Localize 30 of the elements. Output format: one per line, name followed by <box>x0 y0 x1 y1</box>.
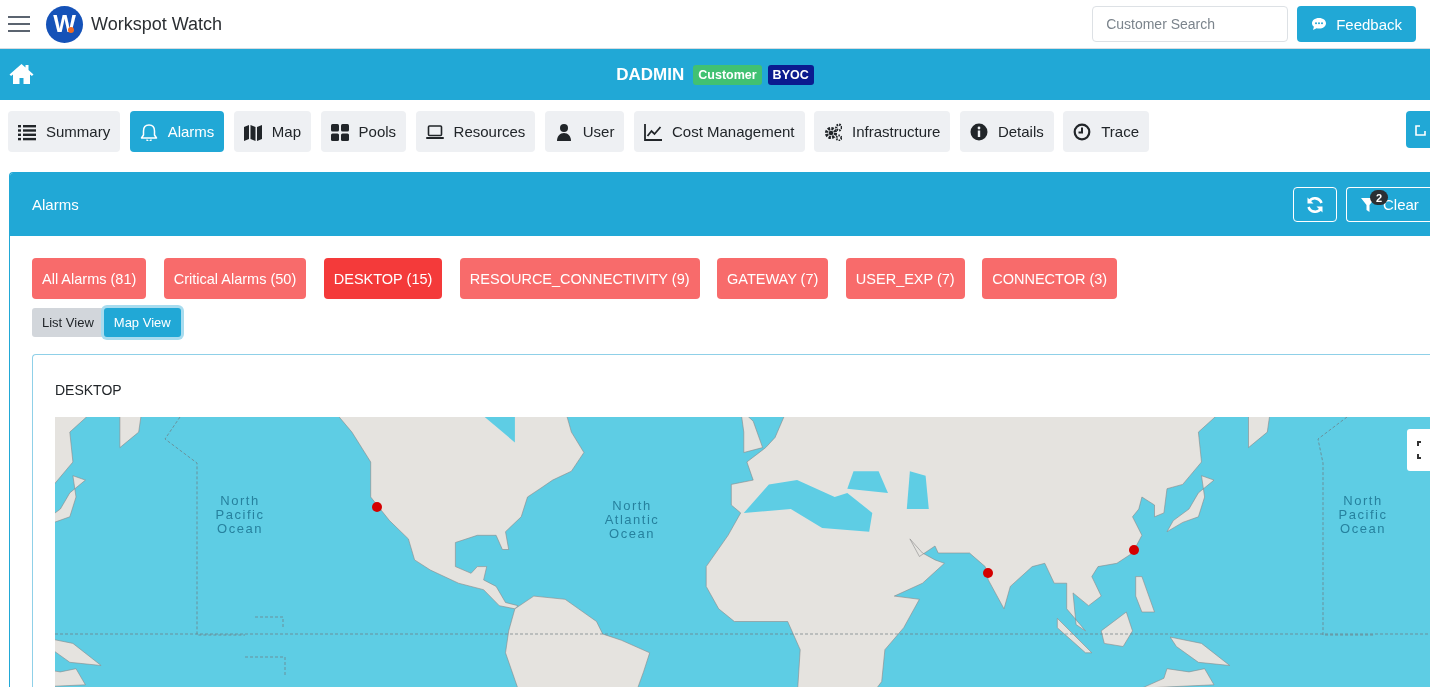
alarm-category-button[interactable]: RESOURCE_CONNECTIVITY (9) <box>459 258 700 299</box>
nav-tab[interactable]: Cost Management <box>633 111 805 152</box>
badge: BYOC <box>767 64 814 85</box>
alarm-category-button[interactable]: DESKTOP (15) <box>323 258 443 299</box>
nav-tab[interactable]: Details <box>959 111 1054 152</box>
card-title: Alarms <box>32 196 79 213</box>
nav-tab[interactable]: Resources <box>415 111 536 152</box>
nav-tab[interactable]: Summary <box>8 111 121 152</box>
nav-tab[interactable]: Map <box>233 111 312 152</box>
alarm-category-button[interactable]: CONNECTOR (3) <box>982 258 1118 299</box>
customer-search-field[interactable]: Customer Search <box>1092 6 1289 42</box>
view-toggle-button[interactable]: Map View <box>103 308 181 337</box>
alarm-category-button[interactable]: GATEWAY (7) <box>717 258 829 299</box>
feedback-button[interactable]: Feedback <box>1297 6 1416 42</box>
nav-tab[interactable]: Trace <box>1063 111 1150 152</box>
ocean-label: North Atlantic Ocean <box>603 499 661 541</box>
customer-name: DADMIN <box>616 64 685 85</box>
view-toggle-button[interactable]: List View <box>32 308 104 337</box>
ocean-label: North Pacific Ocean <box>1337 494 1389 536</box>
app-title: Workspot Watch <box>91 13 223 35</box>
nav-tab[interactable]: Pools <box>320 111 407 152</box>
nav-tab[interactable]: User <box>544 111 625 152</box>
ocean-label: North Pacific Ocean <box>214 494 266 536</box>
nav-tab[interactable]: Infrastructure <box>814 111 951 152</box>
alarm-category-button[interactable]: All Alarms (81) <box>32 258 147 299</box>
alarm-category-button[interactable]: USER_EXP (7) <box>845 258 965 299</box>
nav-tab[interactable]: Alarms <box>129 111 225 152</box>
badge: Customer <box>693 64 762 85</box>
map-title: DESKTOP <box>55 382 123 398</box>
alarm-category-button[interactable]: Critical Alarms (50) <box>163 258 307 299</box>
